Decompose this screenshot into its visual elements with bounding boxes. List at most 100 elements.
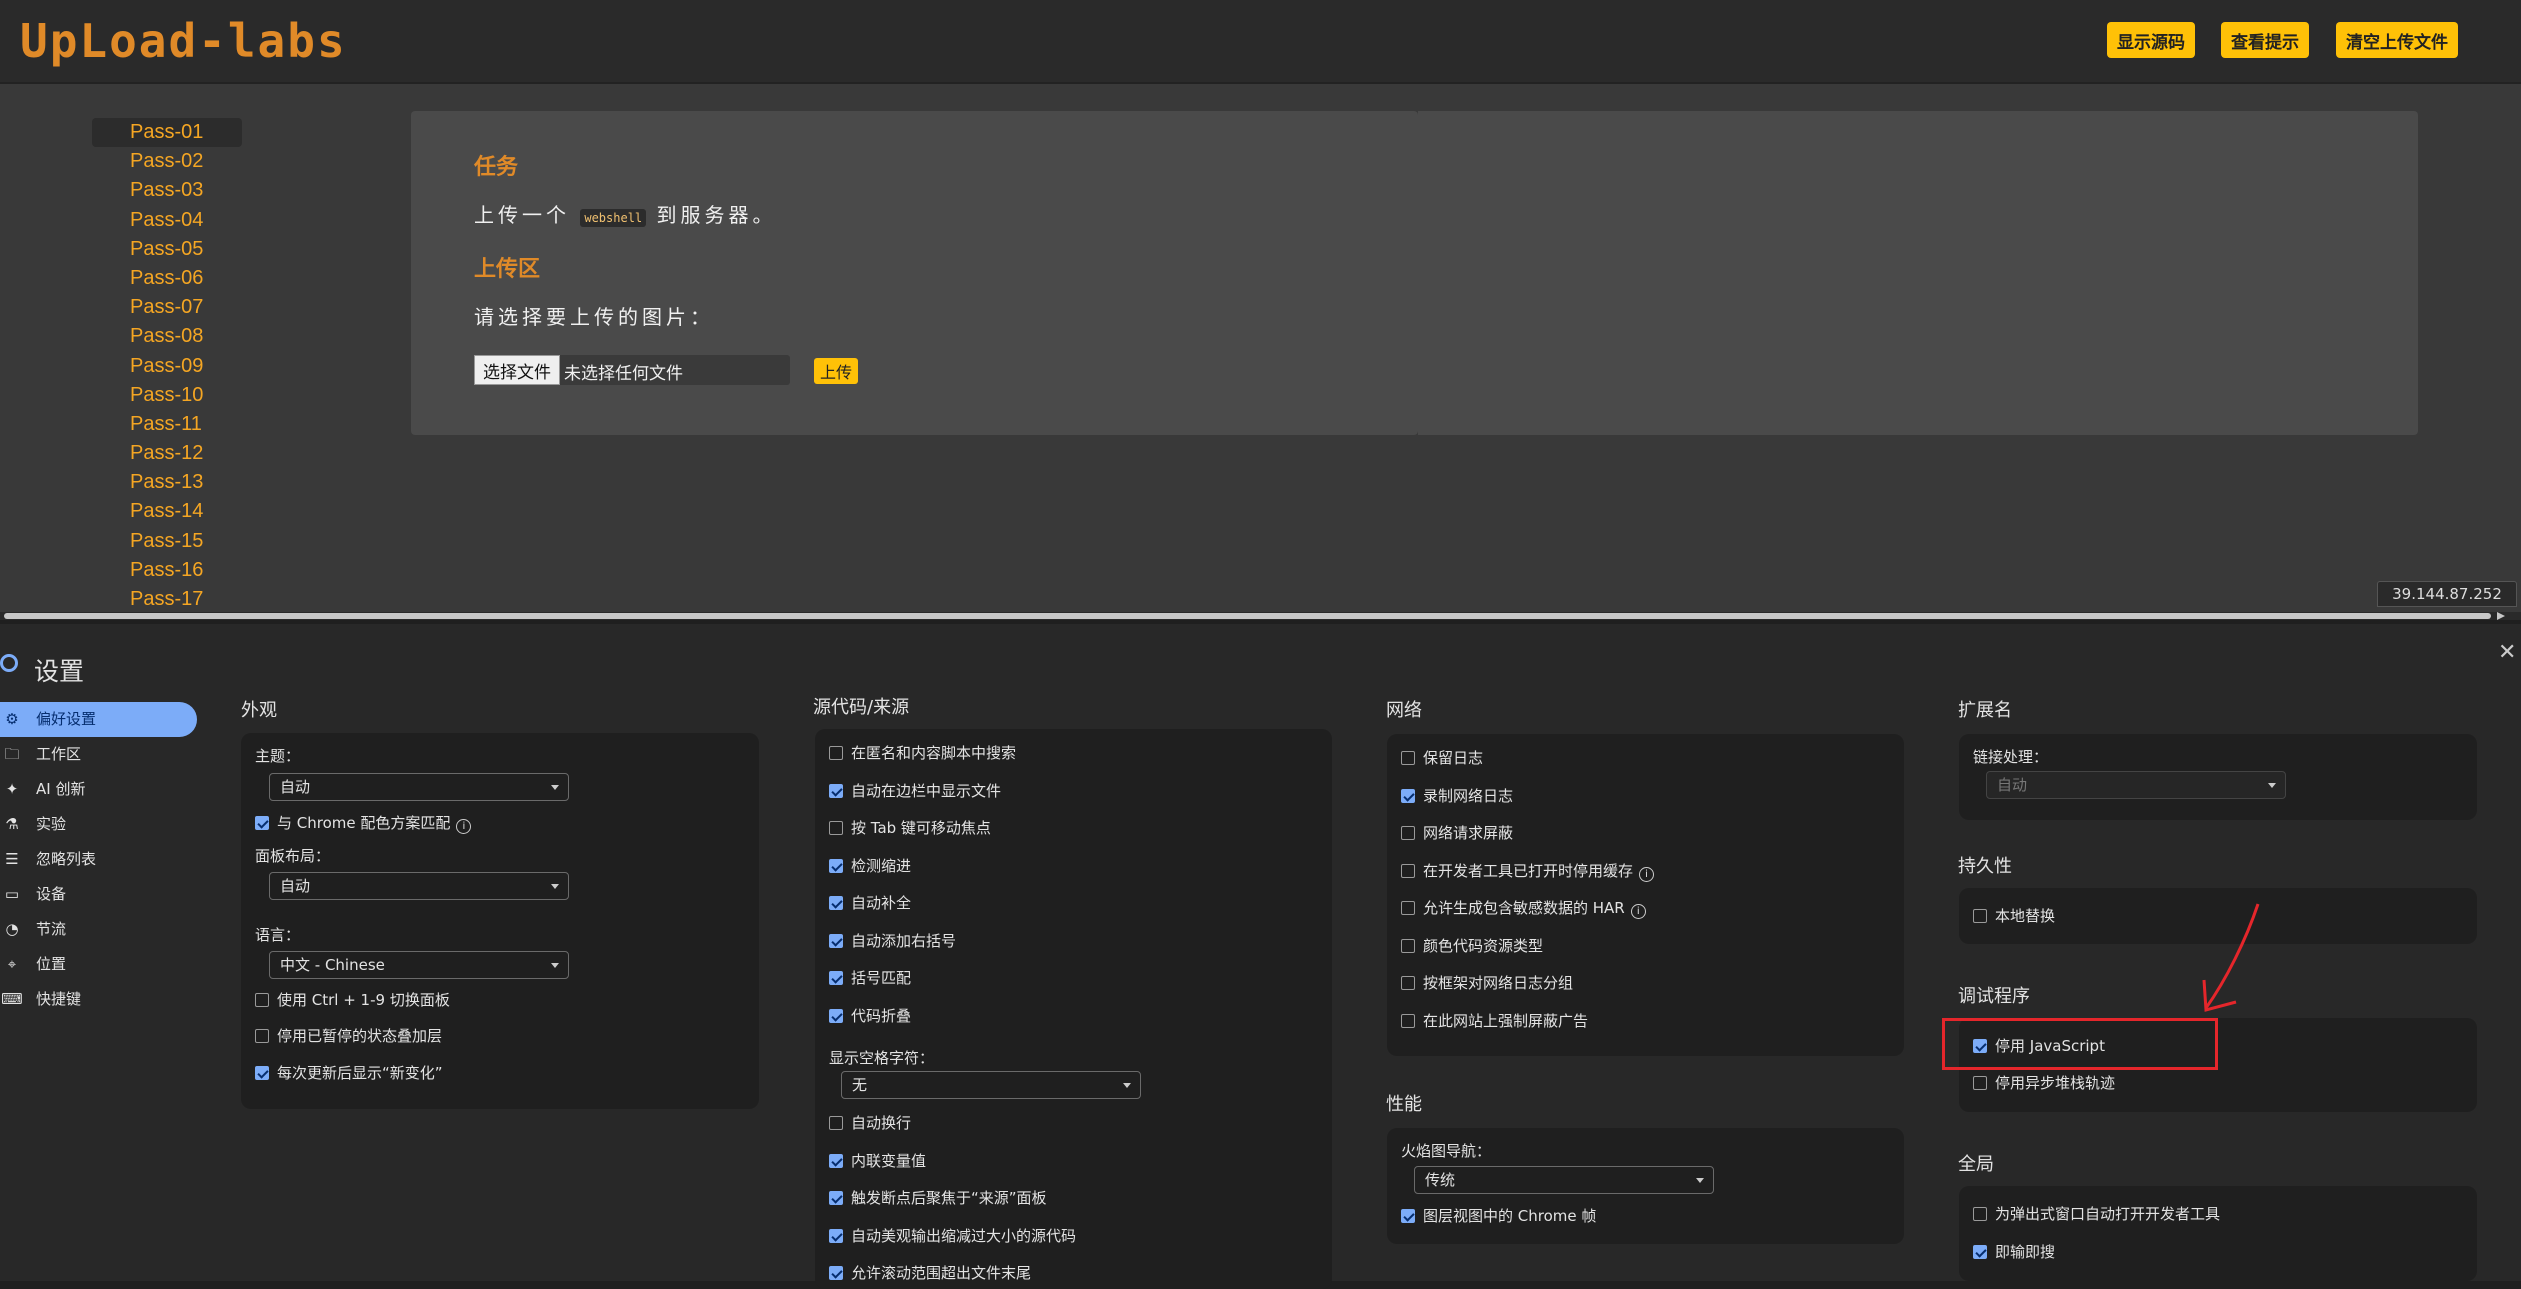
file-input[interactable]: 选择文件 未选择任何文件	[474, 355, 790, 385]
chrome-frames-row[interactable]: 图层视图中的 Chrome 帧	[1401, 1206, 1596, 1226]
nav-item-flask[interactable]: ⚗ 实验	[0, 807, 200, 842]
horizontal-scrollbar[interactable]	[0, 612, 2521, 620]
network-row-7[interactable]: 按框架对网络日志分组	[1401, 973, 1573, 993]
checkbox-unchecked[interactable]	[255, 1029, 269, 1043]
network-row-2[interactable]: 录制网络日志	[1401, 786, 1513, 806]
checkbox-checked[interactable]	[255, 816, 269, 830]
whitespace-select[interactable]: 无	[841, 1071, 1141, 1099]
pass-item-7[interactable]: Pass-07	[92, 293, 242, 322]
checkbox-unchecked[interactable]	[1401, 863, 1415, 878]
pass-item-2[interactable]: Pass-02	[92, 147, 242, 176]
checkbox-unchecked[interactable]	[829, 821, 843, 835]
choose-file-button[interactable]: 选择文件	[474, 355, 560, 385]
checkbox-unchecked[interactable]	[255, 993, 269, 1007]
sources-row-5[interactable]: 自动补全	[829, 893, 911, 913]
checkbox-checked[interactable]	[829, 971, 843, 985]
paused-overlay-row[interactable]: 停用已暂停的状态叠加层	[255, 1026, 442, 1046]
pass-item-16[interactable]: Pass-16	[92, 556, 242, 585]
nav-item-gear[interactable]: ⚙ 偏好设置	[0, 702, 197, 737]
pass-item-14[interactable]: Pass-14	[92, 497, 242, 526]
checkbox-checked[interactable]	[829, 1008, 843, 1023]
sources-extra-row-5[interactable]: 允许滚动范围超出文件末尾	[829, 1263, 1031, 1283]
close-icon[interactable]: ✕	[2498, 640, 2516, 665]
checkbox-checked[interactable]	[255, 1066, 269, 1080]
nav-item-throttle[interactable]: ◔ 节流	[0, 912, 200, 947]
nav-item-devices[interactable]: ▭ 设备	[0, 877, 200, 912]
checkbox-checked[interactable]	[829, 1228, 843, 1243]
nav-item-location[interactable]: ⌖ 位置	[0, 947, 200, 982]
pass-item-10[interactable]: Pass-10	[92, 381, 242, 410]
search-as-type-row[interactable]: 即输即搜	[1973, 1242, 2055, 1262]
checkbox-checked[interactable]	[829, 1191, 843, 1205]
pass-item-6[interactable]: Pass-06	[92, 264, 242, 293]
network-row-6[interactable]: 颜色代码资源类型	[1401, 936, 1543, 956]
pass-item-5[interactable]: Pass-05	[92, 235, 242, 264]
clear-uploads-button[interactable]: 清空上传文件	[2336, 22, 2458, 58]
disable-async-row[interactable]: 停用异步堆栈轨迹	[1973, 1073, 2115, 1093]
checkbox-checked[interactable]	[1401, 1209, 1415, 1223]
pass-item-1[interactable]: Pass-01	[92, 118, 242, 148]
network-row-1[interactable]: 保留日志	[1401, 748, 1483, 768]
checkbox-checked[interactable]	[1973, 1245, 1987, 1259]
scroll-right-arrow-icon[interactable]	[2497, 612, 2505, 620]
network-row-8[interactable]: 在此网站上强制屏蔽广告	[1401, 1011, 1588, 1031]
checkbox-checked[interactable]	[829, 1266, 843, 1280]
checkbox-unchecked[interactable]	[1401, 826, 1415, 840]
pass-item-11[interactable]: Pass-11	[92, 410, 242, 439]
checkbox-checked[interactable]	[1401, 788, 1415, 803]
whats-new-row[interactable]: 每次更新后显示“新变化”	[255, 1063, 443, 1083]
checkbox-unchecked[interactable]	[1973, 1076, 1987, 1090]
checkbox-unchecked[interactable]	[1973, 1207, 1987, 1221]
nav-item-ignore-list[interactable]: ☰ 忽略列表	[0, 842, 200, 877]
sources-row-8[interactable]: 代码折叠	[829, 1006, 911, 1026]
info-icon[interactable]: i	[1639, 866, 1655, 882]
nav-item-keyboard[interactable]: ⌨ 快捷键	[0, 982, 200, 1017]
pass-item-15[interactable]: Pass-15	[92, 527, 242, 556]
checkbox-unchecked[interactable]	[829, 1116, 843, 1130]
checkbox-unchecked[interactable]	[1973, 909, 1987, 923]
sources-extra-row-2[interactable]: 内联变量值	[829, 1151, 926, 1171]
checkbox-unchecked[interactable]	[1401, 976, 1415, 990]
nav-item-sparkle[interactable]: ✦ AI 创新	[0, 772, 200, 807]
info-icon[interactable]: i	[456, 819, 472, 834]
link-handling-select[interactable]: 自动	[1986, 771, 2286, 799]
pass-item-13[interactable]: Pass-13	[92, 468, 242, 497]
pass-item-3[interactable]: Pass-03	[92, 176, 242, 205]
pass-item-17[interactable]: Pass-17	[92, 585, 242, 608]
checkbox-checked[interactable]	[829, 933, 843, 948]
network-row-5[interactable]: 允许生成包含敏感数据的 HAR i	[1401, 898, 1646, 919]
local-overrides-row[interactable]: 本地替换	[1973, 906, 2055, 926]
checkbox-unchecked[interactable]	[1401, 1013, 1415, 1028]
sources-row-6[interactable]: 自动添加右括号	[829, 931, 956, 951]
network-row-4[interactable]: 在开发者工具已打开时停用缓存 i	[1401, 861, 1655, 882]
network-row-3[interactable]: 网络请求屏蔽	[1401, 823, 1513, 843]
theme-select[interactable]: 自动	[269, 773, 569, 801]
sources-row-2[interactable]: 自动在边栏中显示文件	[829, 781, 1001, 801]
sources-extra-row-3[interactable]: 触发断点后聚焦于“来源”面板	[829, 1188, 1047, 1208]
sources-row-7[interactable]: 括号匹配	[829, 968, 911, 988]
sources-row-4[interactable]: 检测缩进	[829, 856, 911, 876]
view-hint-button[interactable]: 查看提示	[2221, 22, 2309, 58]
ctrl-switch-row[interactable]: 使用 Ctrl + 1-9 切换面板	[255, 990, 450, 1010]
checkbox-unchecked[interactable]	[1401, 901, 1415, 915]
pass-item-4[interactable]: Pass-04	[92, 206, 242, 235]
sources-row-3[interactable]: 按 Tab 键可移动焦点	[829, 818, 991, 838]
auto-open-popup-row[interactable]: 为弹出式窗口自动打开开发者工具	[1973, 1204, 2220, 1224]
sources-row-1[interactable]: 在匿名和内容脚本中搜索	[829, 743, 1016, 763]
checkbox-checked[interactable]	[829, 858, 843, 873]
sources-extra-row-4[interactable]: 自动美观输出缩减过大小的源代码	[829, 1226, 1076, 1246]
flamechart-select[interactable]: 传统	[1414, 1166, 1714, 1194]
checkbox-checked[interactable]	[829, 1153, 843, 1168]
match-chrome-row[interactable]: 与 Chrome 配色方案匹配 i	[255, 813, 472, 834]
pass-item-8[interactable]: Pass-08	[92, 322, 242, 351]
panel-layout-select[interactable]: 自动	[269, 872, 569, 900]
checkbox-unchecked[interactable]	[829, 746, 843, 760]
pass-item-12[interactable]: Pass-12	[92, 439, 242, 468]
sources-extra-row-1[interactable]: 自动换行	[829, 1113, 911, 1133]
scrollbar-thumb[interactable]	[4, 613, 2491, 619]
pass-item-9[interactable]: Pass-09	[92, 352, 242, 381]
checkbox-unchecked[interactable]	[1401, 938, 1415, 953]
nav-item-folder[interactable]: 🗀 工作区	[0, 737, 200, 772]
checkbox-unchecked[interactable]	[1401, 751, 1415, 765]
language-select[interactable]: 中文 - Chinese	[269, 951, 569, 979]
